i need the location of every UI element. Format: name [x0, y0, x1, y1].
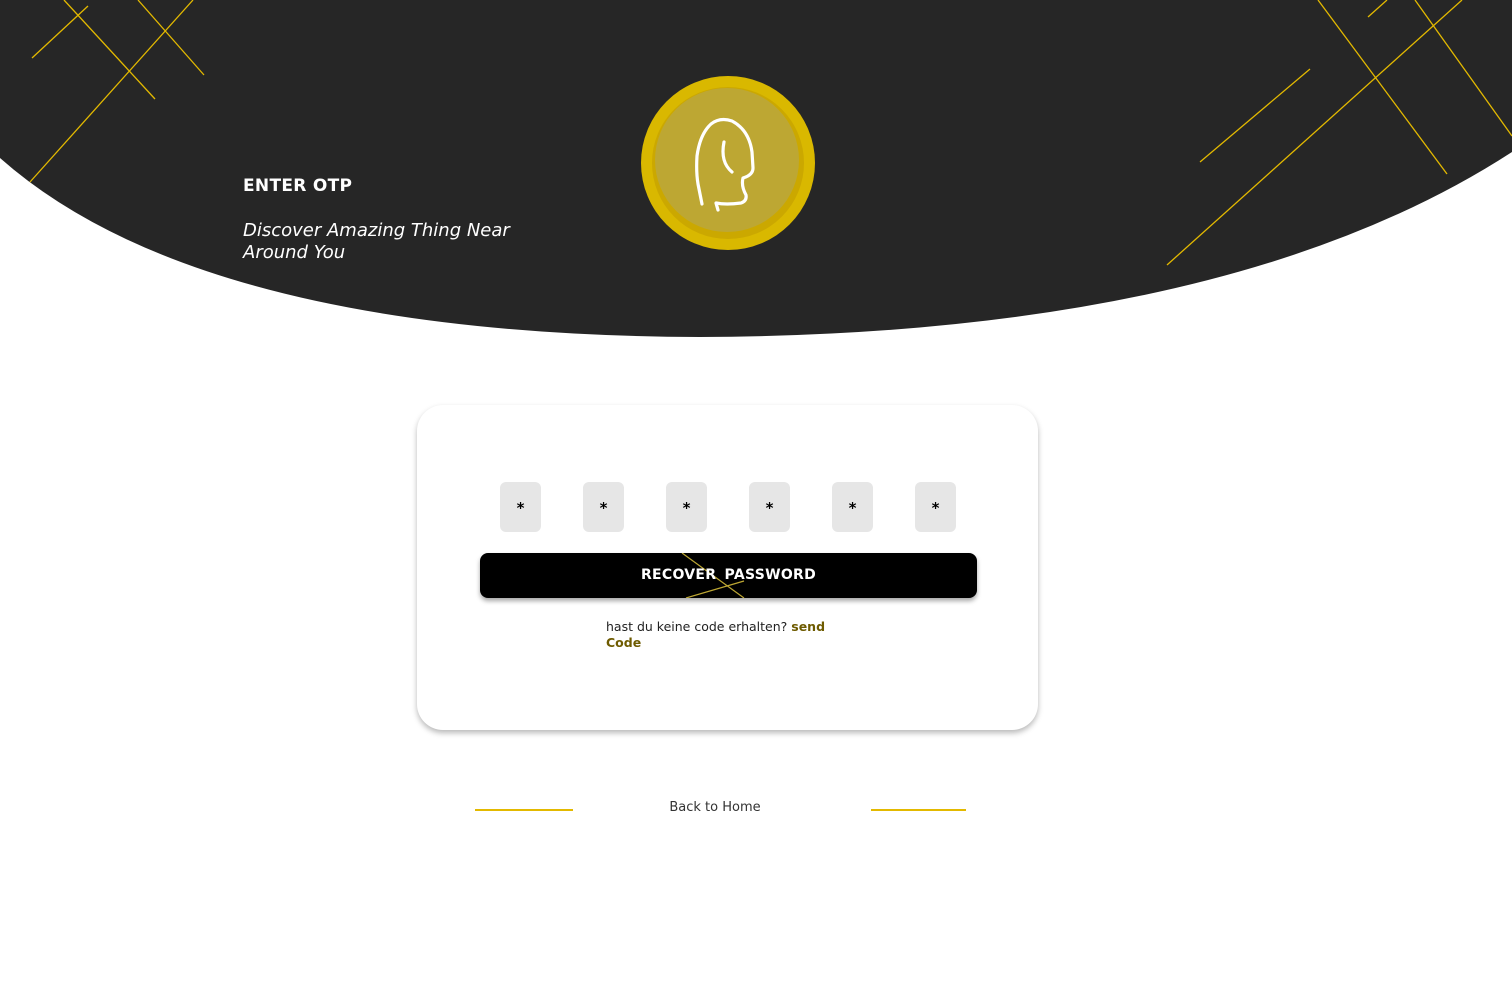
resend-code-text: hast du keine code erhalten? send Code — [606, 619, 846, 651]
recover-password-label: RECOVER PASSWORD — [640, 567, 817, 583]
otp-digit-3[interactable]: * — [666, 482, 707, 532]
otp-digit-6[interactable]: * — [915, 482, 956, 532]
resend-prompt: hast du keine code erhalten? — [606, 619, 788, 634]
otp-digit-2[interactable]: * — [583, 482, 624, 532]
otp-digit-1[interactable]: * — [500, 482, 541, 532]
otp-page: ENTER OTP Discover Amazing Thing Near Ar… — [0, 0, 1512, 982]
divider-left — [475, 809, 573, 811]
back-to-home-link[interactable]: Back to Home — [640, 800, 790, 815]
otp-digit-5[interactable]: * — [832, 482, 873, 532]
page-subtitle: Discover Amazing Thing Near Around You — [243, 220, 510, 263]
otp-input-group: * * * * * * — [500, 482, 960, 532]
recover-password-button[interactable]: RECOVER PASSWORD — [480, 553, 977, 598]
otp-digit-4[interactable]: * — [749, 482, 790, 532]
page-title: ENTER OTP — [243, 176, 353, 196]
divider-right — [871, 809, 966, 811]
logo — [641, 76, 815, 250]
